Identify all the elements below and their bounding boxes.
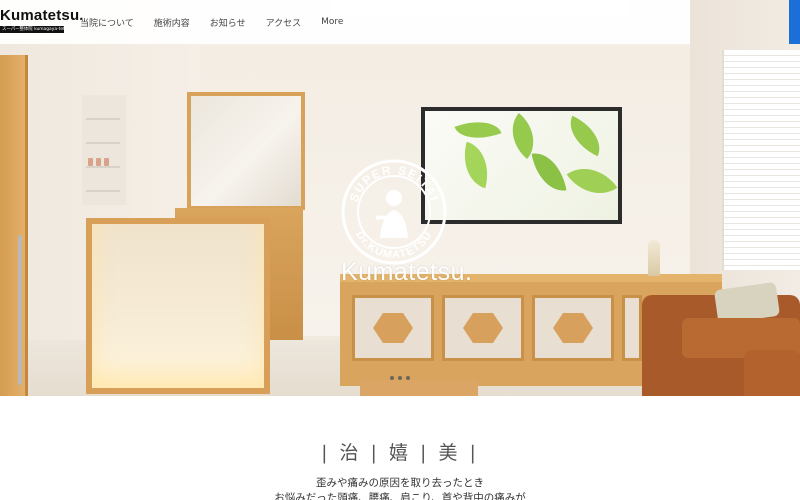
nav-access[interactable]: アクセス — [266, 16, 302, 29]
bottle — [88, 158, 93, 166]
glass-shelf — [86, 190, 120, 192]
main-nav: 当院について 施術内容 お知らせ アクセス More — [80, 0, 363, 44]
slider-dot[interactable] — [390, 376, 394, 380]
intro-line: お悩みだった頭痛、腰痛、肩こり、首や背中の痛みが — [274, 492, 526, 500]
sideboard-door — [532, 295, 614, 361]
table-lamp — [648, 240, 660, 276]
wall-tv — [421, 107, 622, 224]
hero-wordmark: Kumatetsu. — [341, 258, 473, 286]
nav-more[interactable]: More — [321, 17, 343, 27]
glass-shelf — [86, 118, 120, 120]
display-niche — [82, 95, 126, 205]
glass-shelf — [86, 142, 120, 144]
coffee-table — [360, 380, 478, 396]
sideboard-door — [352, 295, 434, 361]
glass-shelf — [86, 166, 120, 168]
intro-line: 歪みや痛みの原因を取り去ったとき — [316, 477, 484, 489]
window-blind — [722, 50, 800, 270]
hero-image: SUPER SEITAI Dr.KUMATETSU Kumatetsu. — [0, 0, 800, 396]
wall-mirror — [187, 92, 305, 210]
bottle — [104, 158, 109, 166]
entrance-door — [0, 55, 28, 396]
sofa-arm — [744, 350, 800, 396]
nav-treatments[interactable]: 施術内容 — [154, 16, 190, 29]
sideboard-door — [442, 295, 524, 361]
slider-pagination[interactable] — [390, 376, 410, 380]
slider-dot[interactable] — [406, 376, 410, 380]
door-handle — [18, 235, 22, 385]
logo-text: Kumatetsu. — [0, 7, 84, 24]
corner-accent — [789, 0, 800, 44]
tv-screen — [425, 111, 618, 220]
reception-desk — [86, 218, 270, 394]
clinic-emblem-icon: SUPER SEITAI Dr.KUMATETSU — [341, 159, 447, 265]
logo-subtext: スーパー整体院 kumagaya-tetsuyasu — [0, 26, 64, 33]
bottle — [96, 158, 101, 166]
slider-dot[interactable] — [398, 376, 402, 380]
sideboard-door — [622, 295, 642, 361]
nav-about[interactable]: 当院について — [80, 16, 134, 29]
site-logo[interactable]: Kumatetsu. スーパー整体院 kumagaya-tetsuyasu — [0, 7, 84, 38]
nav-news[interactable]: お知らせ — [210, 16, 246, 29]
section-title: | 治 | 嬉 | 美 | — [321, 442, 479, 464]
site-header: Kumatetsu. スーパー整体院 kumagaya-tetsuyasu 当院… — [0, 0, 690, 44]
